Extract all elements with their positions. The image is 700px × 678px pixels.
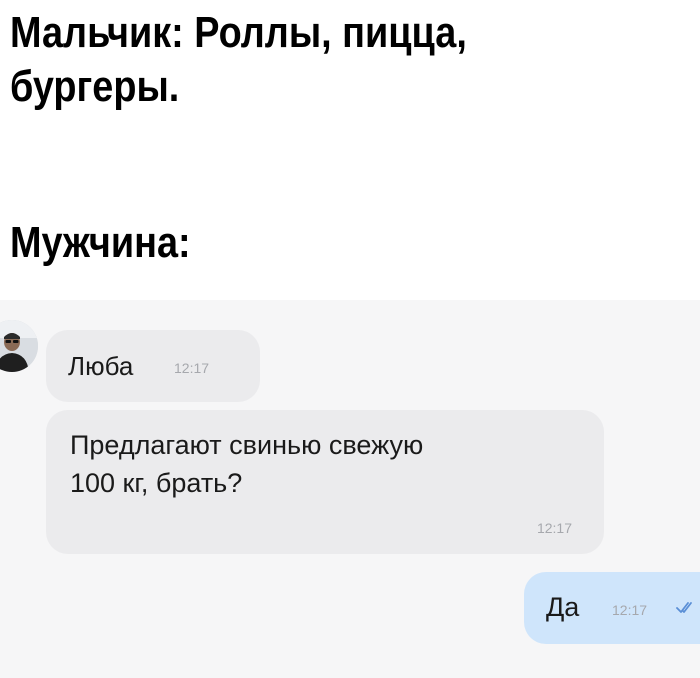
person-avatar-icon	[0, 320, 38, 372]
message-line-1: Предлагают свинью свежую	[70, 430, 424, 460]
incoming-message-name[interactable]: Люба 12:17	[46, 330, 260, 402]
outgoing-message[interactable]: Да 12:17	[524, 572, 700, 644]
message-text: Предлагают свинью свежую 100 кг, брать?	[70, 426, 423, 502]
message-line-2: 100 кг, брать?	[70, 468, 243, 498]
meme-caption-top: Мальчик: Роллы, пицца, бургеры.	[10, 6, 467, 114]
avatar[interactable]	[0, 320, 38, 372]
message-text: Да	[546, 592, 580, 622]
chat-screenshot: Люба 12:17 Предлагают свинью свежую 100 …	[0, 300, 700, 678]
meme-caption-mid: Мужчина:	[10, 218, 191, 267]
incoming-message-text[interactable]: Предлагают свинью свежую 100 кг, брать? …	[46, 410, 604, 554]
message-time: 12:17	[612, 602, 648, 618]
sender-name: Люба	[68, 351, 134, 381]
double-check-icon	[676, 602, 692, 613]
caption-line-2: бургеры.	[10, 62, 180, 111]
message-time: 12:17	[174, 360, 210, 376]
message-time: 12:17	[536, 520, 572, 536]
caption-line-1: Мальчик: Роллы, пицца,	[10, 8, 467, 57]
